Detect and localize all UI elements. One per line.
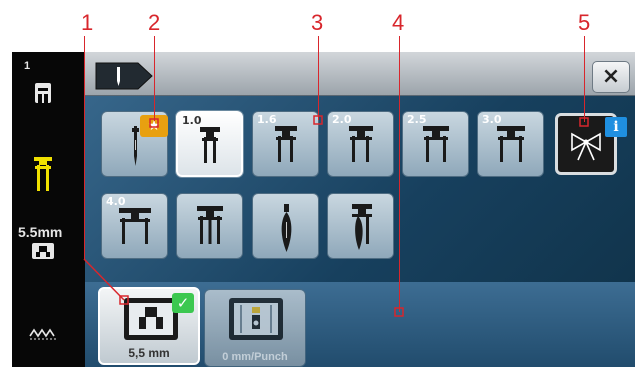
needle-double-wing-button[interactable]	[327, 193, 394, 259]
callout-5: 5	[578, 10, 591, 35]
twin-needle-icon	[200, 127, 220, 163]
presser-foot-icon[interactable]	[34, 82, 52, 104]
twin-needle-icon	[497, 126, 525, 162]
stitch-plate-icon	[124, 298, 178, 340]
info-badge-icon: i	[605, 117, 627, 137]
double-needle-icon[interactable]	[32, 156, 54, 194]
needle-twin-2-0-button[interactable]: 2.0	[327, 111, 394, 177]
stitch-plate-label: 5,5 mm	[128, 346, 170, 360]
stitch-plate-punch-button[interactable]: 0 mm/Punch	[204, 289, 306, 367]
wing-needle-icon	[281, 204, 292, 252]
needle-twin-3-0-button[interactable]: 3.0	[477, 111, 544, 177]
twin-needle-icon	[423, 126, 449, 162]
stitch-plate-label: 0 mm/Punch	[222, 351, 288, 363]
needle-triple-button[interactable]	[176, 193, 243, 259]
callout-4: 4	[392, 10, 405, 35]
triple-needle-icon	[197, 206, 223, 244]
callout-line-1	[84, 36, 85, 259]
twin-needle-icon	[349, 126, 373, 162]
needle-wing-button[interactable]	[252, 193, 319, 259]
needle-tab-icon[interactable]	[94, 61, 154, 91]
page-number: 1	[24, 60, 31, 72]
double-wing-needle-icon	[352, 204, 372, 250]
top-bar	[85, 52, 635, 96]
callout-2: 2	[148, 10, 161, 35]
callout-line-3	[318, 36, 319, 120]
needle-width-value: 5.5mm	[18, 224, 63, 240]
callout-1: 1	[81, 10, 94, 35]
callout-line-5	[584, 36, 585, 122]
close-button[interactable]: ×	[592, 61, 630, 93]
callout-line-2	[154, 36, 155, 121]
zigzag-stitch-icon[interactable]	[29, 325, 57, 341]
punch-plate-icon	[229, 298, 283, 340]
callout-line-4	[399, 36, 400, 312]
checkmark-icon: ✓	[172, 293, 194, 313]
twin-needle-icon	[119, 208, 151, 244]
twin-needle-icon	[275, 126, 297, 162]
callout-3: 3	[311, 10, 324, 35]
needle-twin-4-0-button[interactable]: 4.0	[101, 193, 168, 259]
needle-twin-2-5-button[interactable]: 2.5	[402, 111, 469, 177]
needle-twin-1-6-button[interactable]: 1.6	[252, 111, 319, 177]
stitch-plate-icon[interactable]	[31, 242, 55, 260]
needle-twin-1-0-button[interactable]: 1.0	[176, 111, 243, 177]
